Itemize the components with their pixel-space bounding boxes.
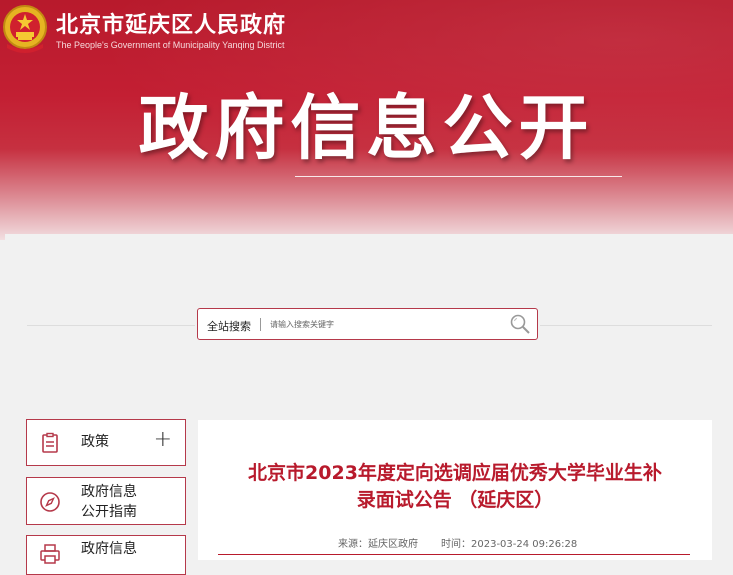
site-name[interactable]: 北京市延庆区人民政府 <box>56 7 286 39</box>
compass-icon <box>40 492 60 512</box>
national-emblem-icon[interactable] <box>2 4 48 54</box>
sidebar-item-disclosure-guide[interactable]: 政府信息 公开指南 <box>26 477 186 525</box>
search-divider-right <box>540 325 712 326</box>
article-title-line1: 北京市2023年度定向选调应届优秀大学毕业生补 <box>248 462 662 484</box>
search-label: 全站搜索 <box>207 320 251 333</box>
article-panel: 北京市2023年度定向选调应届优秀大学毕业生补 录面试公告 （延庆区） 来源：延… <box>198 420 712 560</box>
search-icon[interactable] <box>508 312 532 336</box>
article-source: 来源：延庆区政府 <box>338 539 418 550</box>
site-name-english: The People's Government of Municipality … <box>56 40 285 50</box>
article-title-line2: 录面试公告 （延庆区） <box>356 489 554 511</box>
sidebar-item-label: 政府信息 <box>81 484 137 500</box>
search-divider-left <box>27 325 195 326</box>
article-title: 北京市2023年度定向选调应届优秀大学毕业生补 录面试公告 （延庆区） <box>198 460 712 514</box>
sidebar-item-policy[interactable]: 政策 + <box>26 419 186 466</box>
sidebar-item-label-line2: 公开指南 <box>81 504 137 520</box>
sidebar-item-label: 政策 <box>81 434 109 450</box>
expand-icon[interactable]: + <box>154 429 172 451</box>
site-search-box: 全站搜索 <box>197 308 538 340</box>
article-divider <box>218 554 690 555</box>
search-input[interactable] <box>270 316 500 333</box>
header-banner: 北京市延庆区人民政府 The People's Government of Mu… <box>0 0 733 240</box>
sidebar-item-gov-info[interactable]: 政府信息 <box>26 535 186 575</box>
search-separator <box>260 318 261 331</box>
article-time: 时间：2023-03-24 09:26:28 <box>441 539 578 550</box>
page-title: 政府信息公开 <box>138 87 595 169</box>
title-divider <box>295 176 622 177</box>
document-icon <box>42 432 58 453</box>
sidebar-item-label: 政府信息 <box>81 541 137 557</box>
printer-icon <box>40 544 60 564</box>
